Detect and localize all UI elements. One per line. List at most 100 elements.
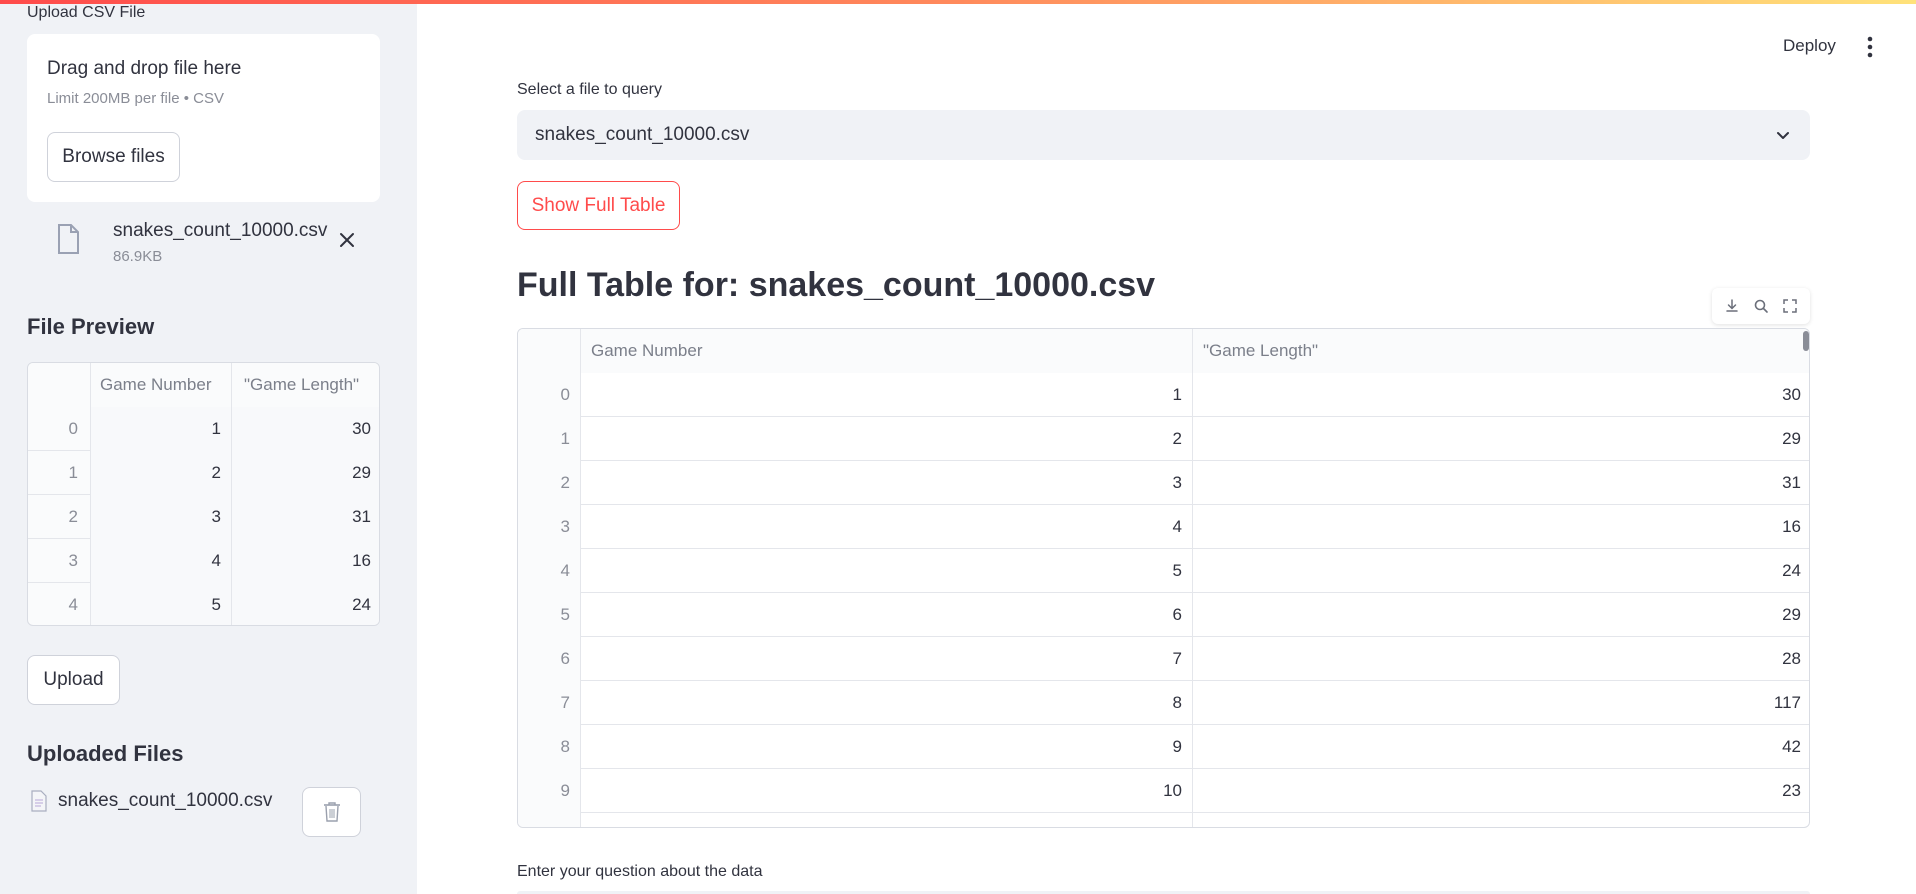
table-cell: 31 [232, 495, 379, 539]
table-cell[interactable]: 6 [581, 593, 1193, 637]
select-file-label: Select a file to query [517, 81, 662, 98]
search-icon[interactable] [1753, 298, 1769, 314]
selected-file-name: snakes_count_10000.csv [113, 220, 328, 241]
browse-files-button[interactable]: Browse files [47, 132, 180, 182]
row-index: 2 [518, 461, 581, 505]
download-icon[interactable] [1724, 298, 1740, 314]
table-cell[interactable]: 117 [1193, 681, 1809, 725]
table-row: 0 1 30 [518, 373, 1809, 417]
dropzone-limit: Limit 200MB per file • CSV [47, 90, 224, 107]
sidebar: Upload CSV File Drag and drop file here … [0, 0, 417, 894]
uploaded-files-title: Uploaded Files [27, 741, 184, 766]
table-row-partial [518, 813, 1809, 827]
file-icon [58, 224, 79, 254]
fullscreen-icon[interactable] [1782, 298, 1798, 314]
table-row: 1 2 29 [28, 451, 379, 495]
uploaded-file-name: snakes_count_10000.csv [58, 790, 273, 811]
row-index: 0 [518, 373, 581, 417]
table-cell[interactable]: 7 [581, 637, 1193, 681]
table-row: 7 8 117 [518, 681, 1809, 725]
file-dropzone[interactable]: Drag and drop file here Limit 200MB per … [27, 34, 380, 202]
dropzone-title: Drag and drop file here [47, 58, 242, 79]
table-toolbar [1712, 288, 1810, 324]
table-cell: 16 [232, 539, 379, 583]
table-cell: 3 [91, 495, 232, 539]
file-preview-title: File Preview [27, 314, 155, 339]
table-row: 5 6 29 [518, 593, 1809, 637]
row-index: 2 [28, 495, 91, 539]
delete-file-button[interactable] [302, 787, 361, 837]
row-index: 3 [28, 539, 91, 583]
chevron-down-icon [1777, 132, 1789, 139]
column-header[interactable]: Game Number [581, 329, 1193, 373]
table-cell: 30 [232, 407, 379, 451]
table-row: 0 1 30 [28, 407, 379, 451]
trash-icon [323, 802, 340, 822]
selected-file: snakes_count_10000.csv 86.9KB [50, 216, 370, 272]
row-index: 4 [28, 583, 91, 625]
preview-index-header [28, 363, 91, 407]
show-full-table-button[interactable]: Show Full Table [517, 181, 680, 230]
table-cell[interactable]: 30 [1193, 373, 1809, 417]
table-cell[interactable]: 4 [581, 505, 1193, 549]
table-row: 2 3 31 [518, 461, 1809, 505]
table-cell [581, 813, 1193, 827]
row-index: 7 [518, 681, 581, 725]
table-cell: 4 [91, 539, 232, 583]
table-row: 3 4 16 [28, 539, 379, 583]
table-cell[interactable]: 9 [581, 725, 1193, 769]
table-cell[interactable]: 5 [581, 549, 1193, 593]
preview-column-header: Game Number [91, 363, 232, 407]
table-cell[interactable]: 10 [581, 769, 1193, 813]
table-cell: 2 [91, 451, 232, 495]
table-cell[interactable]: 16 [1193, 505, 1809, 549]
question-label: Enter your question about the data [517, 863, 763, 880]
row-index: 1 [28, 451, 91, 495]
table-scrollbar[interactable] [1803, 331, 1809, 351]
table-cell[interactable]: 42 [1193, 725, 1809, 769]
document-icon [31, 790, 47, 812]
upload-label: Upload CSV File [27, 4, 146, 21]
upload-button[interactable]: Upload [27, 655, 120, 705]
selected-file-size: 86.9KB [113, 248, 163, 265]
table-cell[interactable]: 23 [1193, 769, 1809, 813]
row-index: 9 [518, 769, 581, 813]
row-index: 0 [28, 407, 91, 451]
table-cell[interactable]: 31 [1193, 461, 1809, 505]
table-cell[interactable]: 29 [1193, 593, 1809, 637]
table-row: 3 4 16 [518, 505, 1809, 549]
deploy-button[interactable]: Deploy [1783, 36, 1836, 56]
table-row: 4 5 24 [28, 583, 379, 625]
row-index: 4 [518, 549, 581, 593]
file-select-value: snakes_count_10000.csv [535, 124, 750, 145]
table-cell[interactable]: 2 [581, 417, 1193, 461]
row-index: 6 [518, 637, 581, 681]
table-row: 8 9 42 [518, 725, 1809, 769]
table-cell[interactable]: 8 [581, 681, 1193, 725]
row-index: 8 [518, 725, 581, 769]
table-cell[interactable]: 28 [1193, 637, 1809, 681]
index-header [518, 329, 581, 373]
table-header-row: Game Number "Game Length" [518, 329, 1809, 373]
table-row: 4 5 24 [518, 549, 1809, 593]
table-cell: 1 [91, 407, 232, 451]
column-header[interactable]: "Game Length" [1193, 329, 1809, 373]
row-index [518, 813, 581, 827]
table-cell[interactable]: 29 [1193, 417, 1809, 461]
uploaded-file-item: snakes_count_10000.csv [30, 790, 272, 812]
table-row: 1 2 29 [518, 417, 1809, 461]
preview-header-row: Game Number "Game Length" [28, 363, 379, 407]
table-cell: 5 [91, 583, 232, 625]
table-cell[interactable]: 24 [1193, 549, 1809, 593]
more-vertical-icon[interactable] [1860, 34, 1880, 60]
file-select[interactable]: snakes_count_10000.csv [517, 110, 1810, 160]
full-data-table[interactable]: Game Number "Game Length" 0 1 30 1 2 2 9 … [517, 328, 1810, 828]
file-preview-table[interactable]: Game Number "Game Length" 0 1 30 1 2 29 … [27, 362, 380, 626]
table-cell[interactable]: 3 [581, 461, 1193, 505]
table-row: 2 3 31 [28, 495, 379, 539]
full-table-title: Full Table for: snakes_count_10000.csv [517, 266, 1156, 304]
preview-column-header: "Game Length" [232, 363, 379, 407]
close-icon[interactable] [335, 228, 359, 252]
table-cell[interactable]: 1 [581, 373, 1193, 417]
row-index: 1 [518, 417, 581, 461]
